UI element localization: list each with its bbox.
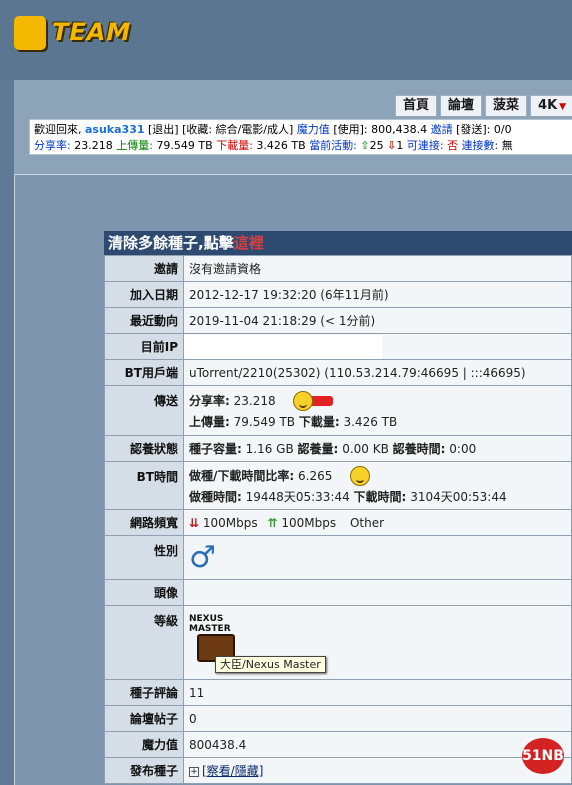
- toggle-torrents-link[interactable]: [察看/隱藏]: [202, 764, 263, 778]
- username-link[interactable]: asuka331: [85, 123, 145, 136]
- table-row: 網路頻寬 ⇊ 100Mbps ⇈ 100Mbps Other: [104, 509, 572, 536]
- invite-sent: [發送]: 0/0: [456, 123, 512, 136]
- level-badge: NEXUS MASTER 大臣/Nexus Master: [189, 612, 326, 676]
- active-up-count: 25: [369, 139, 384, 152]
- level-tooltip: 大臣/Nexus Master: [215, 656, 326, 673]
- active-down-count: 1: [396, 139, 404, 152]
- main-tabs: 首頁 論壇 菠菜 4K ▼: [395, 95, 572, 117]
- top-banner: TEAM: [0, 0, 572, 80]
- table-row: 性別 ♂: [104, 535, 572, 580]
- upload-speed-icon: ⇈: [267, 515, 278, 530]
- tab-4k[interactable]: 4K ▼: [530, 95, 572, 116]
- tab-forum[interactable]: 論壇: [440, 95, 483, 116]
- table-row: BT用戶端 uTorrent/2210(25302) (110.53.214.7…: [104, 359, 572, 386]
- user-info-bar: 歡迎回來, asuka331 [退出] [收藏: 綜合/電影/成人] 魔力值 […: [29, 119, 572, 155]
- connectable-value: 否: [447, 139, 459, 152]
- table-row: 論壇帖子 0: [104, 705, 572, 732]
- table-row: BT時間 做種/下載時間比率: 6.265 做種時間: 19448天05:33:…: [104, 461, 572, 510]
- table-row: 等級 NEXUS MASTER 大臣/Nexus Master: [104, 605, 572, 680]
- table-row: 認養狀態 種子容量: 1.16 GB 認養量: 0.00 KB 認養時間: 0:…: [104, 435, 572, 462]
- profile-table: 邀請 沒有邀請資格 加入日期 2012-12-17 19:32:20 (6年11…: [104, 255, 572, 784]
- laughing-smiley-icon: [350, 466, 371, 486]
- expand-icon[interactable]: +: [189, 766, 199, 777]
- table-row: 頭像: [104, 579, 572, 606]
- table-row: 邀請 沒有邀請資格: [104, 255, 572, 282]
- cleanup-link[interactable]: 這裡: [234, 234, 264, 252]
- avatar: [183, 579, 572, 606]
- download-value: 3.426 TB: [256, 139, 306, 152]
- bonus-link[interactable]: 魔力值: [297, 123, 330, 136]
- profile-title: 清除多餘種子,點擊這裡: [104, 231, 572, 255]
- table-row: 魔力值 800438.4: [104, 731, 572, 758]
- ratio-value: 23.218: [74, 139, 113, 152]
- invite-link[interactable]: 邀請: [431, 123, 453, 136]
- table-row: 最近動向 2019-11-04 21:18:29 (< 1分前): [104, 307, 572, 334]
- site-logo[interactable]: TEAM: [14, 16, 144, 50]
- leeching-arrow-icon: ⇩: [387, 139, 397, 152]
- ip-redacted: [184, 334, 382, 359]
- info-line-1: 歡迎回來, asuka331 [退出] [收藏: 綜合/電影/成人] 魔力值 […: [34, 123, 512, 136]
- male-icon: ♂: [189, 539, 216, 575]
- logo-block: [14, 16, 46, 50]
- table-row: 目前IP: [104, 333, 572, 360]
- logo-text: TEAM: [52, 18, 132, 46]
- table-row: 加入日期 2012-12-17 19:32:20 (6年11月前): [104, 281, 572, 308]
- sleeping-icon: [309, 396, 334, 406]
- upload-value: 79.549 TB: [156, 139, 213, 152]
- connections-value: 無: [501, 139, 513, 152]
- table-row: 種子評論 11: [104, 679, 572, 706]
- download-speed-icon: ⇊: [189, 515, 200, 530]
- info-line-2: 分享率: 23.218 上傳量: 79.549 TB 下載量: 3.426 TB…: [34, 139, 513, 152]
- seeding-arrow-icon: ⇧: [360, 139, 370, 152]
- caret-down-icon: ▼: [559, 102, 567, 112]
- favorites-link[interactable]: [收藏: 綜合/電影/成人]: [182, 123, 293, 136]
- ratio-smiley-icon: [293, 391, 314, 411]
- tab-home[interactable]: 首頁: [395, 95, 438, 116]
- bonus-used[interactable]: [使用]: 800,438.4: [333, 123, 427, 136]
- table-row: 發布種子 + [察看/隱藏]: [104, 757, 572, 784]
- watermark-badge: 51NB: [522, 738, 564, 774]
- tab-betting[interactable]: 菠菜: [485, 95, 528, 116]
- table-row: 傳送 分享率: 23.218 上傳量: 79.549 TB 下載量: 3.426…: [104, 385, 572, 436]
- logout-link[interactable]: [退出]: [148, 123, 179, 136]
